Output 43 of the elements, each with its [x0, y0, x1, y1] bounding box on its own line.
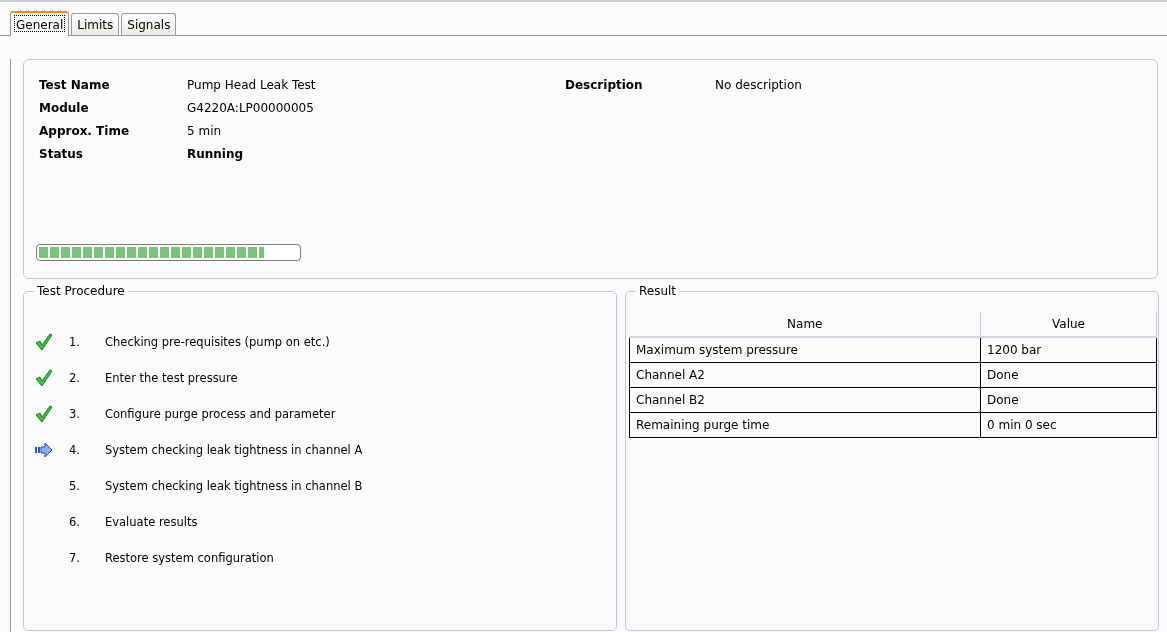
- step-number: 4.: [69, 443, 81, 457]
- column-header[interactable]: Value: [980, 312, 1157, 337]
- checkmark-icon: [35, 369, 53, 387]
- column-header[interactable]: Name: [629, 312, 981, 337]
- field-value: No description: [715, 78, 802, 94]
- arrow-icon: [35, 441, 53, 459]
- step-number: 5.: [69, 479, 81, 493]
- field-label: Test Name: [39, 78, 111, 93]
- group-title: Result: [636, 284, 680, 298]
- table-cell: Done: [980, 387, 1157, 413]
- field-value: Running: [187, 147, 245, 162]
- table-cell: Maximum system pressure: [629, 337, 981, 363]
- checkmark-icon: [35, 405, 53, 423]
- table-cell: Channel B2: [629, 387, 981, 413]
- tab[interactable]: Signals: [121, 13, 177, 35]
- tab[interactable]: Limits: [71, 13, 120, 35]
- table-cell: Remaining purge time: [629, 412, 981, 438]
- tab[interactable]: General: [10, 11, 70, 36]
- field-label: Module: [39, 101, 90, 116]
- field-value: 5 min: [187, 124, 223, 139]
- field-label: Description: [565, 78, 644, 93]
- step-number: 7.: [69, 551, 81, 565]
- step-text: Restore system configuration: [105, 551, 275, 565]
- step-text: System checking leak tightness in channel B: [105, 479, 364, 493]
- field-value: G4220A:LP00000005: [187, 101, 315, 116]
- step-number: 2.: [69, 371, 81, 385]
- step-number: 3.: [69, 407, 81, 421]
- step-number: 1.: [69, 335, 81, 349]
- step-text: Configure purge process and parameter: [105, 407, 337, 421]
- group-title: Test Procedure: [34, 284, 128, 298]
- field-label: Status: [39, 147, 84, 162]
- table-cell: 0 min 0 sec: [980, 412, 1157, 438]
- field-label: Approx. Time: [39, 124, 131, 139]
- table-cell: Channel A2: [629, 362, 981, 388]
- table-cell: 1200 bar: [980, 337, 1157, 363]
- table-cell: Done: [980, 362, 1157, 388]
- step-text: Evaluate results: [105, 515, 199, 529]
- step-text: System checking leak tightness in channel A: [105, 443, 364, 457]
- checkmark-icon: [35, 333, 53, 351]
- step-number: 6.: [69, 515, 81, 529]
- step-text: Enter the test pressure: [105, 371, 239, 385]
- field-value: Pump Head Leak Test: [187, 78, 317, 93]
- step-text: Checking pre-requisites (pump on etc.): [105, 335, 331, 349]
